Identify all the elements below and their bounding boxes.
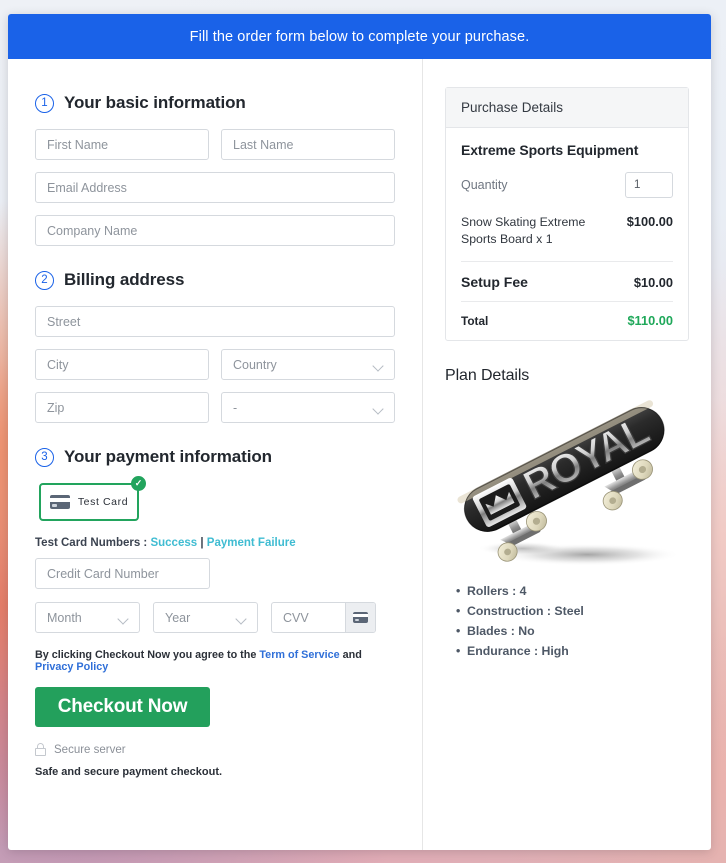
cvv-placeholder: CVV xyxy=(283,610,309,625)
lock-icon xyxy=(35,743,46,756)
company-name-placeholder: Company Name xyxy=(47,223,138,238)
expiry-cvv-row: Month Year CVV xyxy=(35,602,395,633)
last-name-input[interactable]: Last Name xyxy=(221,129,395,160)
name-row: First Name Last Name xyxy=(35,129,395,160)
section-header-basic-information: 1 Your basic information xyxy=(35,93,395,113)
street-input[interactable]: Street xyxy=(35,306,395,337)
section-header-payment-information: 3 Your payment information xyxy=(35,447,395,467)
quantity-row: Quantity 1 xyxy=(461,172,673,198)
safe-checkout-note: Safe and secure payment checkout. xyxy=(35,766,223,778)
line-item-name: Snow Skating Extreme Sports Board x 1 xyxy=(461,215,586,247)
credit-card-row: Credit Card Number xyxy=(35,558,395,589)
skateboard-product-image: ROYAL xyxy=(445,395,689,580)
zip-input[interactable]: Zip xyxy=(35,392,209,423)
expiry-month-select[interactable]: Month xyxy=(35,602,140,633)
test-card-numbers-label: Test Card Numbers : xyxy=(35,537,148,549)
expiry-year-select[interactable]: Year xyxy=(153,602,258,633)
checkout-card: Fill the order form below to complete yo… xyxy=(8,14,711,850)
last-name-placeholder: Last Name xyxy=(233,137,294,152)
section-title-basic-information: Your basic information xyxy=(64,93,246,112)
expiry-year-value: Year xyxy=(165,610,191,625)
purchase-details-title: Purchase Details xyxy=(446,88,688,128)
email-input[interactable]: Email Address xyxy=(35,172,395,203)
company-name-input[interactable]: Company Name xyxy=(35,215,395,246)
plan-feature-list: Rollers : 4 Construction : Steel Blades … xyxy=(445,582,689,662)
terms-and-text: and xyxy=(342,649,362,661)
street-placeholder: Street xyxy=(47,314,81,329)
expiry-month-value: Month xyxy=(47,610,82,625)
cvv-field-group[interactable]: CVV xyxy=(271,602,376,633)
test-card-success-link[interactable]: Success xyxy=(150,537,197,549)
test-card-separator: | xyxy=(200,537,204,549)
plan-feature-item: Rollers : 4 xyxy=(456,582,689,602)
zip-placeholder: Zip xyxy=(47,400,65,415)
purchase-details-panel: Purchase Details Extreme Sports Equipmen… xyxy=(445,87,689,342)
checkout-now-button[interactable]: Checkout Now xyxy=(35,687,210,727)
zip-state-row: Zip - xyxy=(35,392,395,423)
step-number-badge-1: 1 xyxy=(35,93,54,113)
plan-feature-item: Blades : No xyxy=(456,622,689,642)
form-column: 1 Your basic information First Name Last… xyxy=(8,59,423,850)
total-amount: $110.00 xyxy=(627,313,673,329)
setup-fee-row: Setup Fee $10.00 xyxy=(461,262,673,303)
purchase-details-body: Extreme Sports Equipment Quantity 1 Snow… xyxy=(446,128,688,340)
product-title: Extreme Sports Equipment xyxy=(461,142,639,158)
payment-method-tile-wrapper: Test Card ✓ xyxy=(39,476,146,521)
section-title-billing-address: Billing address xyxy=(64,270,185,289)
summary-column: Purchase Details Extreme Sports Equipmen… xyxy=(423,59,711,850)
first-name-placeholder: First Name xyxy=(47,137,109,152)
privacy-policy-link[interactable]: Privacy Policy xyxy=(35,661,108,673)
section-header-billing-address: 2 Billing address xyxy=(35,270,395,290)
company-row: Company Name xyxy=(35,215,395,246)
skateboard-brand-text: ROYAL xyxy=(516,407,656,509)
state-select[interactable]: - xyxy=(221,392,395,423)
line-item-amount: $100.00 xyxy=(626,214,673,229)
step-number-badge-2: 2 xyxy=(35,270,54,290)
plan-feature-item: Construction : Steel xyxy=(456,602,689,622)
email-placeholder: Email Address xyxy=(47,180,127,195)
terms-prefix-text: By clicking Checkout Now you agree to th… xyxy=(35,649,257,661)
credit-card-number-input[interactable]: Credit Card Number xyxy=(35,558,210,589)
payment-method-test-card[interactable]: Test Card xyxy=(39,483,139,521)
secure-server-row: Secure server xyxy=(35,743,395,756)
line-item-row: Snow Skating Extreme Sports Board x 1 $1… xyxy=(461,214,673,263)
terms-of-service-link[interactable]: Term of Service xyxy=(259,649,339,661)
page-banner: Fill the order form below to complete yo… xyxy=(8,14,711,59)
payment-method-label: Test Card xyxy=(77,496,129,508)
quantity-input[interactable]: 1 xyxy=(625,172,673,198)
city-country-row: City Country xyxy=(35,349,395,380)
step-number-badge-3: 3 xyxy=(35,447,54,467)
city-input[interactable]: City xyxy=(35,349,209,380)
skateboard-illustration: ROYAL xyxy=(457,400,681,567)
banner-text: Fill the order form below to complete yo… xyxy=(189,28,530,45)
first-name-input[interactable]: First Name xyxy=(35,129,209,160)
credit-card-icon xyxy=(353,612,368,623)
quantity-label: Quantity xyxy=(461,178,508,192)
total-label: Total xyxy=(461,313,489,328)
country-selected-value: Country xyxy=(233,357,277,372)
test-card-failure-link[interactable]: Payment Failure xyxy=(207,537,296,549)
secure-server-label: Secure server xyxy=(54,743,126,756)
plan-details-title: Plan Details xyxy=(445,367,530,385)
state-selected-value: - xyxy=(233,400,238,415)
credit-card-number-placeholder: Credit Card Number xyxy=(47,566,159,581)
cvv-card-icon-button[interactable] xyxy=(345,603,375,632)
check-circle-icon: ✓ xyxy=(131,476,146,491)
street-row: Street xyxy=(35,306,395,337)
email-row: Email Address xyxy=(35,172,395,203)
city-placeholder: City xyxy=(47,357,69,372)
test-card-numbers-row: Test Card Numbers : Success | Payment Fa… xyxy=(35,537,395,549)
checkout-body: 1 Your basic information First Name Last… xyxy=(8,59,711,850)
cvv-input[interactable]: CVV xyxy=(272,603,345,632)
plan-feature-item: Endurance : High xyxy=(456,642,689,662)
section-title-payment-information: Your payment information xyxy=(64,447,272,466)
setup-fee-label: Setup Fee xyxy=(461,274,528,291)
total-row: Total $110.00 xyxy=(461,302,673,328)
setup-fee-amount: $10.00 xyxy=(633,274,673,290)
terms-notice: By clicking Checkout Now you agree to th… xyxy=(35,649,395,673)
credit-card-icon xyxy=(49,495,70,509)
country-select[interactable]: Country xyxy=(221,349,395,380)
